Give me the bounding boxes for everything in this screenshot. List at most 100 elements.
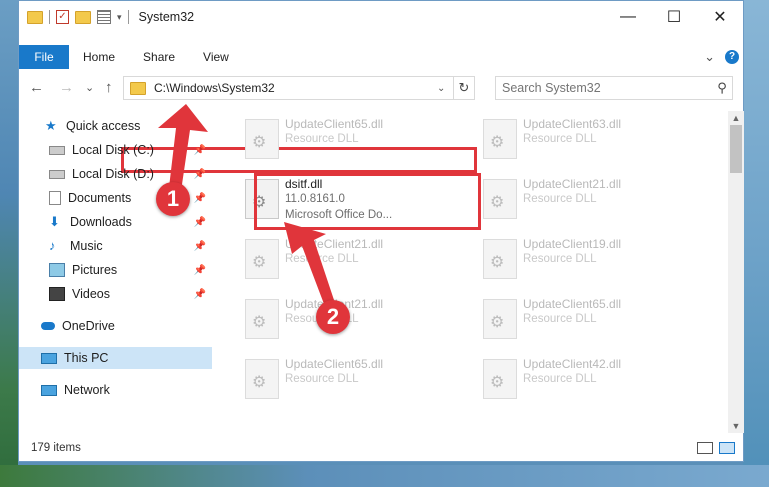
- address-bar[interactable]: C:\Windows\System32 ⌄ ↻: [123, 76, 475, 100]
- properties-check-icon[interactable]: ✓: [56, 10, 69, 24]
- sidebar-item-this-pc[interactable]: This PC: [19, 347, 212, 369]
- expand-ribbon-icon[interactable]: ⌄: [704, 49, 715, 65]
- sidebar-item-pictures[interactable]: Pictures 📌: [19, 259, 212, 281]
- vertical-scrollbar[interactable]: ▲ ▼: [728, 111, 744, 433]
- file-description: Resource DLL: [523, 193, 597, 205]
- toolbar-dropdown-icon[interactable]: ▾: [117, 12, 122, 23]
- search-input[interactable]: [500, 80, 712, 96]
- sidebar-item-local-disk-d[interactable]: Local Disk (D:) 📌: [19, 163, 212, 185]
- explorer-window: ✓ ▾ System32 — ☐ ✕ File Home Share View …: [18, 0, 744, 462]
- search-icon[interactable]: ⚲: [712, 80, 732, 96]
- dll-file-icon: ⚙: [483, 119, 517, 159]
- navigation-pane: ★ Quick access Local Disk (C:) 📌 Local D…: [19, 111, 212, 421]
- folder-icon: [130, 81, 146, 95]
- ribbon-tabs: File Home Share View ⌄ ?: [19, 45, 743, 69]
- sidebar-item-music[interactable]: ♪ Music 📌: [19, 235, 212, 257]
- file-item[interactable]: ⚙ UpdateClient65.dll Resource DLL: [471, 291, 701, 347]
- sidebar-item-label: Videos: [72, 287, 110, 301]
- maximize-button[interactable]: ☐: [651, 1, 697, 33]
- onedrive-icon: [41, 322, 55, 330]
- scrollbar-thumb[interactable]: [730, 125, 742, 173]
- quick-access-toolbar: ✓ ▾: [27, 10, 129, 24]
- forward-arrow-icon[interactable]: →: [59, 79, 74, 96]
- sidebar-item-local-disk-c[interactable]: Local Disk (C:) 📌: [19, 139, 212, 161]
- file-name: UpdateClient65.dll: [523, 297, 622, 311]
- music-icon: ♪: [49, 238, 56, 253]
- sidebar-item-label: Quick access: [66, 119, 141, 133]
- file-item[interactable]: ⚙ UpdateClient19.dll Resource DLL: [471, 231, 701, 287]
- sidebar-item-label: Network: [64, 383, 110, 397]
- step-1-badge: 1: [156, 182, 190, 216]
- pin-icon: 📌: [193, 168, 206, 180]
- dll-file-icon: ⚙: [483, 359, 517, 399]
- sidebar-item-label: Local Disk (D:): [72, 167, 154, 181]
- pin-icon: 📌: [193, 240, 206, 252]
- dll-file-icon: ⚙: [483, 299, 517, 339]
- up-arrow-icon[interactable]: ↑: [105, 79, 113, 96]
- address-path[interactable]: C:\Windows\System32: [154, 81, 437, 95]
- sidebar-item-onedrive[interactable]: OneDrive: [19, 315, 212, 337]
- back-arrow-icon[interactable]: ←: [29, 79, 44, 96]
- pc-icon: [41, 352, 57, 364]
- tab-home[interactable]: Home: [69, 45, 129, 69]
- scroll-down-icon[interactable]: ▼: [728, 419, 744, 433]
- sidebar-item-label: Local Disk (C:): [72, 143, 154, 157]
- navigation-bar: ← → ⌄ ↑ C:\Windows\System32 ⌄ ↻ ⚲: [19, 75, 743, 173]
- customize-toolbar-icon[interactable]: [97, 10, 111, 24]
- item-count: 179 items: [31, 442, 81, 454]
- tab-view[interactable]: View: [189, 45, 243, 69]
- file-description: Resource DLL: [285, 373, 359, 385]
- sidebar-item-network[interactable]: Network: [19, 379, 212, 401]
- file-item[interactable]: ⚙ UpdateClient21.dll Resource DLL: [471, 171, 701, 227]
- file-description: Resource DLL: [285, 133, 359, 145]
- file-description: Resource DLL: [523, 373, 597, 385]
- tab-file[interactable]: File: [19, 45, 69, 69]
- sidebar-item-quick-access[interactable]: ★ Quick access: [19, 115, 212, 137]
- file-item[interactable]: ⚙ UpdateClient65.dll Resource DLL: [233, 351, 463, 407]
- file-item[interactable]: ⚙ UpdateClient63.dll Resource DLL: [471, 111, 701, 167]
- desktop-background-right: [743, 0, 769, 487]
- minimize-button[interactable]: —: [605, 1, 651, 33]
- close-button[interactable]: ✕: [697, 1, 743, 33]
- sidebar-item-videos[interactable]: Videos 📌: [19, 283, 212, 305]
- scroll-up-icon[interactable]: ▲: [728, 111, 744, 125]
- dll-file-icon: ⚙: [245, 299, 279, 339]
- file-item[interactable]: ⚙ UpdateClient65.dll Resource DLL: [233, 111, 463, 167]
- sidebar-item-label: Downloads: [70, 215, 132, 229]
- toolbar-divider: [127, 10, 129, 24]
- file-name: UpdateClient42.dll: [523, 357, 622, 371]
- pin-icon: 📌: [193, 264, 206, 276]
- refresh-icon[interactable]: ↻: [453, 77, 474, 99]
- network-icon: [41, 384, 57, 396]
- recent-locations-icon[interactable]: ⌄: [85, 81, 94, 94]
- desktop-background-left: [0, 0, 18, 487]
- new-folder-icon[interactable]: [75, 10, 91, 24]
- pin-icon: 📌: [193, 288, 206, 300]
- file-name: UpdateClient19.dll: [523, 237, 622, 251]
- file-item[interactable]: ⚙ UpdateClient42.dll Resource DLL: [471, 351, 701, 407]
- search-box[interactable]: ⚲: [495, 76, 733, 100]
- file-item[interactable]: ⚙ UpdateClient21.dll Resource DLL: [233, 231, 463, 287]
- desktop-background-bottom: [0, 465, 769, 487]
- status-bar: 179 items: [19, 437, 743, 459]
- disk-icon: [49, 145, 65, 155]
- folder-icon: [27, 10, 43, 24]
- pin-icon: 📌: [193, 216, 206, 228]
- tab-share[interactable]: Share: [129, 45, 189, 69]
- details-view-icon[interactable]: [697, 442, 713, 454]
- documents-icon: [49, 191, 61, 205]
- downloads-icon: ⬇: [49, 214, 60, 229]
- file-description: Resource DLL: [523, 313, 597, 325]
- dll-file-icon: ⚙: [245, 119, 279, 159]
- sidebar-item-label: This PC: [64, 351, 109, 365]
- help-icon[interactable]: ?: [725, 50, 739, 64]
- large-icons-view-icon[interactable]: [719, 442, 735, 454]
- dll-file-icon: ⚙: [245, 359, 279, 399]
- window-title: System32: [138, 10, 195, 24]
- address-dropdown-icon[interactable]: ⌄: [437, 83, 453, 94]
- sidebar-item-downloads[interactable]: ⬇ Downloads 📌: [19, 211, 212, 233]
- toolbar-divider: [49, 10, 50, 24]
- pictures-icon: [49, 263, 65, 277]
- pin-icon: 📌: [193, 144, 206, 156]
- sidebar-item-label: Documents: [68, 191, 132, 205]
